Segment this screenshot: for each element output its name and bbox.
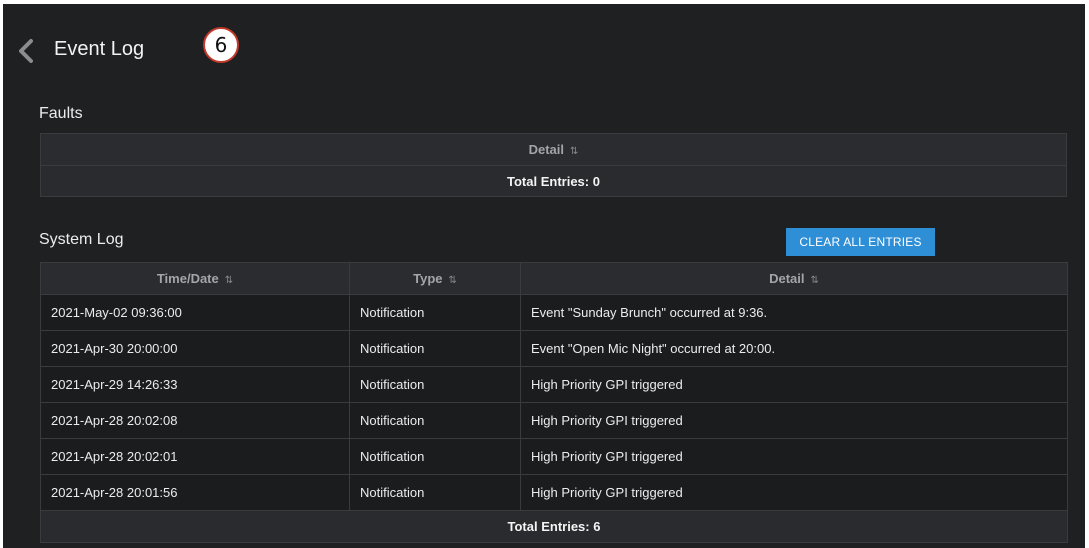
type-cell: Notification <box>349 366 521 403</box>
faults-total-entries: Total Entries: 0 <box>40 165 1067 197</box>
event-log-screen: Event Log 6 Faults Detail ⇅ Total Entries… <box>3 4 1085 548</box>
clear-all-entries-button[interactable]: CLEAR ALL ENTRIES <box>786 228 935 256</box>
type-cell: Notification <box>349 294 521 331</box>
time-date-cell: 2021-May-02 09:36:00 <box>40 294 350 331</box>
column-label: Time/Date <box>156 271 219 286</box>
step-number-badge: 6 <box>203 27 239 63</box>
time-date-cell: 2021-Apr-28 20:02:08 <box>40 402 350 439</box>
type-cell: Notification <box>349 330 521 367</box>
detail-cell: Event "Open Mic Night" occurred at 20:00… <box>520 330 1068 367</box>
column-header-detail[interactable]: Detail ⇅ <box>520 262 1068 295</box>
faults-section-title: Faults <box>39 105 83 122</box>
time-date-cell: 2021-Apr-29 14:26:33 <box>40 366 350 403</box>
column-header-time-date[interactable]: Time/Date ⇅ <box>40 262 350 295</box>
table-row: 2021-Apr-28 20:02:01 Notification High P… <box>40 438 1068 475</box>
system-log-table: Time/Date ⇅ Type ⇅ Detail ⇅ 2021-May-02 09:… <box>40 262 1068 543</box>
faults-column-detail[interactable]: Detail ⇅ <box>40 133 1067 166</box>
table-row: 2021-Apr-29 14:26:33 Notification High P… <box>40 366 1068 403</box>
detail-cell: High Priority GPI triggered <box>520 438 1068 475</box>
time-date-cell: 2021-Apr-30 20:00:00 <box>40 330 350 367</box>
sort-arrows-icon: ⇅ <box>570 146 579 157</box>
sort-arrows-icon: ⇅ <box>810 275 819 286</box>
chevron-left-icon[interactable] <box>15 38 37 64</box>
detail-cell: High Priority GPI triggered <box>520 402 1068 439</box>
time-date-cell: 2021-Apr-28 20:02:01 <box>40 438 350 475</box>
detail-cell: High Priority GPI triggered <box>520 366 1068 403</box>
detail-cell: High Priority GPI triggered <box>520 474 1068 511</box>
system-log-total-row: Total Entries: 6 <box>40 510 1068 543</box>
sort-arrows-icon: ⇅ <box>448 275 457 286</box>
type-cell: Notification <box>349 474 521 511</box>
table-row: 2021-Apr-30 20:00:00 Notification Event … <box>40 330 1068 367</box>
table-row: 2021-Apr-28 20:02:08 Notification High P… <box>40 402 1068 439</box>
faults-header-row: Detail ⇅ <box>40 133 1067 166</box>
column-label: Detail <box>769 271 805 286</box>
time-date-cell: 2021-Apr-28 20:01:56 <box>40 474 350 511</box>
system-log-total-entries: Total Entries: 6 <box>40 510 1068 543</box>
column-header-type[interactable]: Type ⇅ <box>349 262 521 295</box>
detail-cell: Event "Sunday Brunch" occurred at 9:36. <box>520 294 1068 331</box>
faults-table: Detail ⇅ Total Entries: 0 <box>40 133 1067 197</box>
type-cell: Notification <box>349 438 521 475</box>
column-label: Type <box>413 271 443 286</box>
table-row: 2021-May-02 09:36:00 Notification Event … <box>40 294 1068 331</box>
table-row: 2021-Apr-28 20:01:56 Notification High P… <box>40 474 1068 511</box>
system-log-section-title: System Log <box>39 231 124 248</box>
column-label: Detail <box>528 142 564 157</box>
system-log-header-row: Time/Date ⇅ Type ⇅ Detail ⇅ <box>40 262 1068 295</box>
page-title: Event Log <box>54 38 145 60</box>
faults-total-row: Total Entries: 0 <box>40 165 1067 197</box>
sort-arrows-icon: ⇅ <box>224 275 234 286</box>
type-cell: Notification <box>349 402 521 439</box>
